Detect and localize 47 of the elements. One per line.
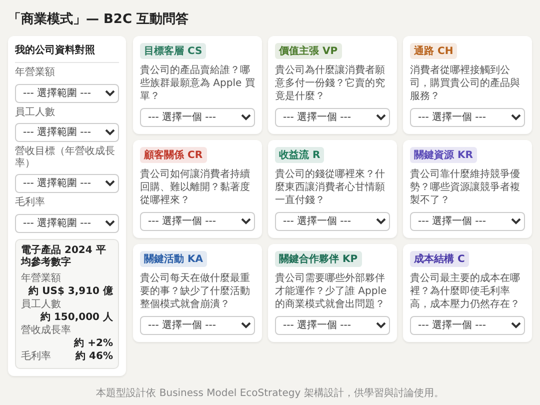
category-tag: 目標客層 CS xyxy=(140,43,206,59)
sidebar-title: 我的公司資料對照 xyxy=(15,43,119,63)
answer-dropdown[interactable]: --- 選擇一個 --- xyxy=(140,108,255,127)
range-dropdown[interactable]: --- 選擇範圍 --- xyxy=(15,123,119,142)
field-label: 員工人數 xyxy=(15,106,56,118)
answer-dropdown[interactable]: --- 選擇一個 --- xyxy=(140,212,255,231)
category-tag: 關鍵資源 KR xyxy=(410,147,477,163)
reference-value: 約 150,000 人 xyxy=(40,310,113,324)
answer-dropdown[interactable]: --- 選擇一個 --- xyxy=(275,316,390,335)
reference-label: 員工人數 xyxy=(21,298,61,310)
footer-note: 本題型設計依 Business Model EcoStrategy 架構設計，供學習與討論使用。 xyxy=(95,386,445,400)
question-text: 貴公司每天在做什麼最重要的事？缺少了什麼活動整個模式就會崩潰？ xyxy=(140,272,251,311)
answer-dropdown[interactable]: --- 選擇一個 --- xyxy=(410,316,525,335)
reference-label: 營收成長率 xyxy=(21,324,71,336)
range-dropdown[interactable]: --- 選擇範圍 --- xyxy=(15,84,119,102)
category-tag: 成本結構 C xyxy=(410,251,469,267)
field-label: 毛利率 xyxy=(15,197,46,208)
question-text: 貴公司如何讓消費者持續回購、難以離開？黏著度從哪裡來？ xyxy=(140,168,251,207)
reference-label: 毛利率 xyxy=(21,350,51,362)
answer-dropdown[interactable]: --- 選擇一個 --- xyxy=(140,316,255,335)
question-text: 貴公司靠什麼維持競爭優勢？哪些資源讓競爭者複製不了？ xyxy=(410,168,521,207)
field-label: 營收目標（年營收成長率） xyxy=(15,146,116,169)
answer-dropdown[interactable]: --- 選擇一個 --- xyxy=(410,212,525,231)
field-label: 年營業額 xyxy=(15,67,56,78)
page-title: 「商業模式」— B2C 互動問答 xyxy=(8,10,190,28)
reference-value: 約 US$ 3,910 億 xyxy=(28,284,113,298)
category-tag: 顧客關係 CR xyxy=(140,147,207,163)
category-tag: 收益流 R xyxy=(275,147,324,163)
reference-title: 電子產品 2024 平均參考數字 xyxy=(21,244,107,268)
question-text: 貴公司的錢從哪裡來？什麼東西讓消費者心甘情願一直付錢？ xyxy=(275,168,386,207)
question-text: 貴公司的產品賣給誰？哪些族群最願意為 Apple 買單？ xyxy=(140,64,255,103)
range-dropdown[interactable]: --- 選擇範圍 --- xyxy=(15,174,119,193)
category-tag: 關鍵合作夥伴 KP xyxy=(275,251,362,267)
answer-dropdown[interactable]: --- 選擇一個 --- xyxy=(275,108,390,127)
answer-dropdown[interactable]: --- 選擇一個 --- xyxy=(410,108,525,127)
reference-value: 約 46% xyxy=(76,350,113,362)
question-text: 貴公司最主要的成本在哪裡？為什麼即使毛利率高，成本壓力仍然存在？ xyxy=(410,272,521,311)
question-text: 貴公司需要哪些外部夥伴才能運作？少了誰 Apple 的商業模式就會出問題？ xyxy=(275,272,388,311)
reference-label: 年營業額 xyxy=(21,272,61,284)
question-text: 貴公司為什麼讓消費者願意多付一份錢？它賣的究竟是什麼？ xyxy=(275,64,386,103)
category-tag: 通路 CH xyxy=(410,43,458,59)
answer-dropdown[interactable]: --- 選擇一個 --- xyxy=(275,212,390,231)
range-dropdown[interactable]: --- 選擇範圍 --- xyxy=(15,214,119,232)
category-tag: 關鍵活動 KA xyxy=(140,251,207,267)
category-tag: 價值主張 VP xyxy=(275,43,342,59)
reference-value: 約 +2% xyxy=(74,336,113,350)
question-text: 消費者從哪裡接觸到公司，購買貴公司的產品與服務？ xyxy=(410,64,521,103)
